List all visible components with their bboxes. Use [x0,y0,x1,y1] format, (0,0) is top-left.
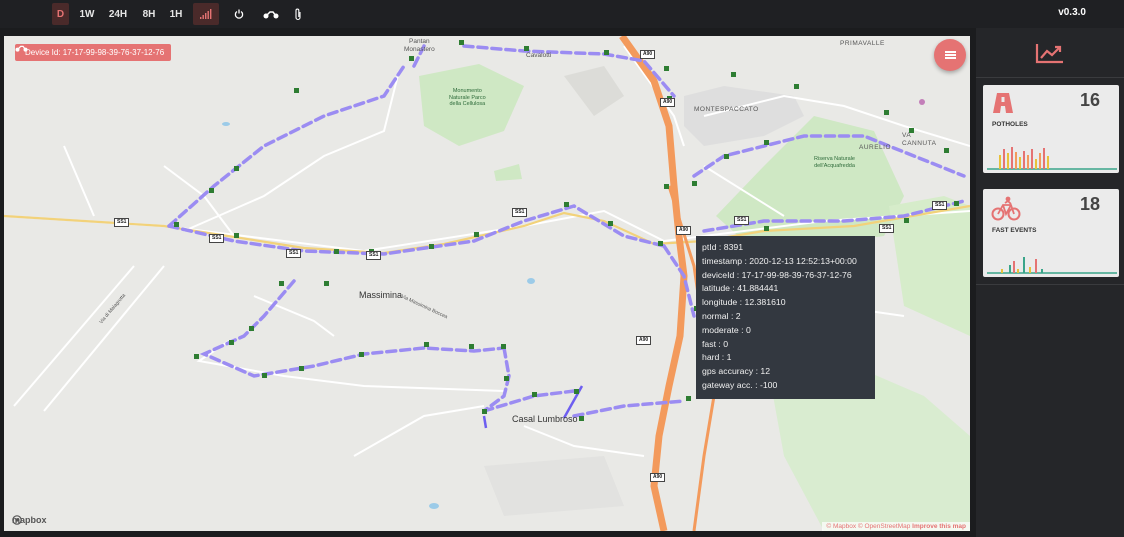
map-attribution: © Mapbox © OpenStreetMap Improve this ma… [822,522,970,531]
potholes-count: 16 [1079,90,1100,110]
range-button-1w[interactable]: 1W [76,3,98,25]
fast-events-sparkline [987,257,1117,274]
hamburger-icon [944,49,956,60]
range-button-d[interactable]: D [52,3,69,25]
road-shield: A90 [640,50,656,59]
potholes-title: POTHOLES [992,121,1028,128]
tooltip-latitude: latitude : 41.884441 [702,283,779,294]
park-cellulosa: Monumento Naturale Parco della Cellulosa [449,88,486,108]
tooltip-normal: normal : 2 [702,310,741,321]
signal-icon[interactable] [193,3,219,25]
place-montespaccato: MONTESPACCATO [694,106,759,113]
place-primavalle: PRIMAVALLE [840,40,885,47]
tooltip-timestamp: timestamp : 2020-12-13 12:52:13+00:00 [702,255,857,266]
point-tooltip: ptId : 8391 timestamp : 2020-12-13 12:52… [696,236,875,399]
road-shield: SS1 [286,249,302,258]
road-shield: SS1 [512,208,528,217]
improve-map-link[interactable]: Improve this map [912,523,966,530]
place-cannuta: VA CANNUTA [902,132,937,147]
road-shield: SS1 [114,218,130,227]
app-version: v0.3.0 [1058,7,1086,18]
potholes-card[interactable]: 16 POTHOLES [983,85,1119,173]
place-aurelio: AURELIO [859,144,892,151]
range-button-8h[interactable]: 8H [139,3,159,25]
tooltip-gateway-accuracy: gateway acc. : -100 [702,379,778,390]
tooltip-pt-id: ptId : 8391 [702,242,744,252]
sidebar-divider [976,284,1124,285]
menu-button[interactable] [934,39,966,71]
top-toolbar: D 1W 24H 8H 1H v0.3.0 [0,0,1124,28]
park-acquafredda: Riserva Naturale dell'Acquafredda [814,156,855,169]
road-shield: SS1 [932,201,948,210]
device-id-badge: Device Id: 17-17-99-98-39-76-37-12-76 [15,44,172,61]
road-shield: SS1 [209,234,225,243]
range-button-1h[interactable]: 1H [166,3,186,25]
road-shield: SS1 [879,224,895,233]
place-casal-lumbroso: Casal Lumbroso [512,414,578,424]
bicycle-icon [991,196,1021,221]
stats-header [976,28,1124,78]
fast-events-card[interactable]: 18 FAST EVENTS [983,189,1119,277]
motorcycle-icon[interactable] [260,3,282,25]
place-massimina: Massimina [359,290,403,300]
tooltip-fast: fast : 0 [702,338,729,349]
potholes-sparkline [987,147,1117,170]
mapbox-logo[interactable]: mapbox [12,515,47,525]
mapbox-icon [12,515,22,525]
tooltip-longitude: longitude : 12.381610 [702,297,786,308]
attribution-text[interactable]: © Mapbox © OpenStreetMap [826,523,910,530]
road-shield: A90 [660,98,676,107]
device-id-label: Device Id: 17-17-99-98-39-76-37-12-76 [25,48,165,57]
map-canvas[interactable]: Massimina Casal Lumbroso PRIMAVALLE MONT… [4,36,970,531]
road-shield: A90 [636,336,652,345]
road-shield: A90 [650,473,666,482]
stats-sidebar: 16 POTHOLES 18 FAST EVENTS [976,28,1124,537]
tooltip-gps-accuracy: gps accuracy : 12 [702,366,771,377]
tooltip-device-id: deviceId : 17-17-99-98-39-76-37-12-76 [702,269,852,280]
road-shield: SS1 [366,251,382,260]
road-shield: SS1 [734,216,750,225]
tooltip-hard: hard : 1 [702,352,732,363]
road-shield: A90 [676,226,692,235]
fast-events-title: FAST EVENTS [992,227,1037,234]
paperclip-icon[interactable] [291,3,305,25]
fast-events-count: 18 [1079,194,1100,214]
tooltip-moderate: moderate : 0 [702,324,751,335]
place-pantan-monastero: Pantan Monastero [404,38,435,53]
place-cavalotti: Cavalotti [526,52,552,59]
power-icon[interactable] [230,3,248,25]
range-button-24h[interactable]: 24H [105,3,131,25]
trending-up-icon[interactable] [1035,42,1065,64]
road-icon [993,93,1013,113]
